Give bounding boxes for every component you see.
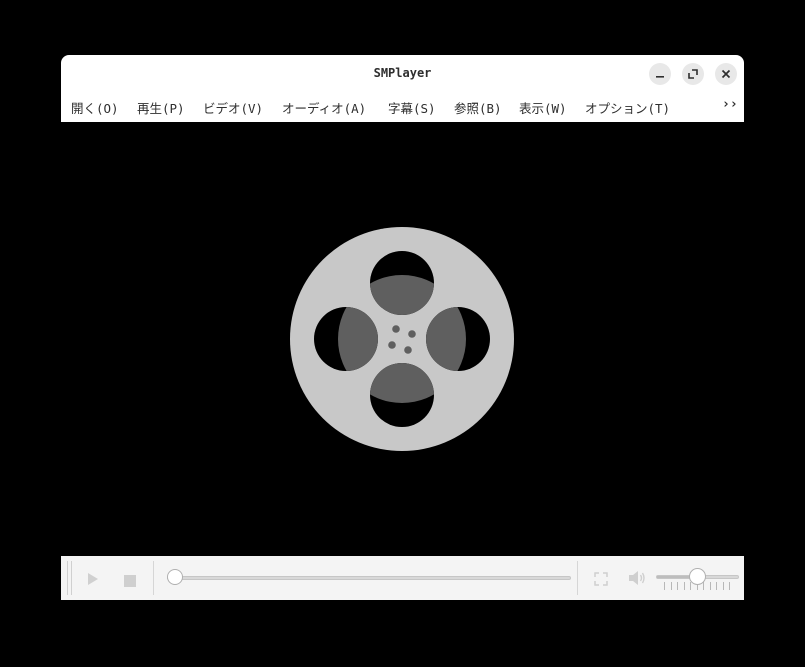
separator: [153, 561, 154, 595]
menu-bar: 開く(O) 再生(P) ビデオ(V) オーディオ(A) 字幕(S) 参照(B) …: [61, 93, 744, 122]
toolbar-grip[interactable]: [67, 561, 68, 595]
menu-options[interactable]: オプション(T): [585, 98, 670, 117]
speaker-icon: [629, 571, 645, 585]
title-bar[interactable]: SMPlayer: [61, 55, 744, 93]
control-bar: [61, 556, 744, 600]
volume-tick: [690, 582, 691, 590]
play-icon: [88, 573, 98, 585]
window-title: SMPlayer: [373, 66, 432, 80]
seek-handle[interactable]: [167, 569, 183, 585]
maximize-icon: [688, 69, 698, 79]
video-area[interactable]: [61, 122, 744, 556]
film-reel-icon: [290, 227, 514, 451]
seek-bar[interactable]: [167, 576, 571, 580]
volume-tick: [709, 582, 711, 590]
fullscreen-button[interactable]: [594, 571, 608, 590]
fullscreen-icon: [594, 572, 608, 586]
mute-button[interactable]: [628, 570, 646, 590]
menu-browse[interactable]: 参照(B): [454, 98, 502, 117]
minimize-button[interactable]: [649, 63, 671, 85]
close-icon: [721, 69, 731, 79]
volume-tick: [722, 582, 724, 590]
volume-tick: [664, 582, 665, 590]
volume-tick: [677, 582, 678, 590]
volume-tick: [670, 582, 672, 590]
stop-button[interactable]: [124, 572, 136, 591]
menu-audio[interactable]: オーディオ(A): [282, 98, 366, 117]
menu-play[interactable]: 再生(P): [137, 98, 185, 117]
volume-tick: [703, 582, 704, 590]
volume-tick: [683, 582, 685, 590]
menu-video[interactable]: ビデオ(V): [203, 98, 263, 117]
separator: [577, 561, 578, 595]
menu-subtitles[interactable]: 字幕(S): [388, 98, 436, 117]
volume-tick: [729, 582, 730, 590]
close-button[interactable]: [715, 63, 737, 85]
menu-view[interactable]: 表示(W): [519, 98, 567, 117]
play-button[interactable]: [87, 571, 99, 590]
smplayer-window: SMPlayer 開く(O) 再生(P) ビデオ(V) オーディオ(A) 字幕(…: [61, 55, 744, 600]
menu-overflow-button[interactable]: ››: [722, 97, 738, 112]
volume-tick: [716, 582, 717, 590]
toolbar-grip-line: [71, 561, 72, 595]
volume-handle[interactable]: [689, 568, 706, 585]
minimize-icon: [656, 76, 664, 78]
menu-open[interactable]: 開く(O): [71, 98, 119, 117]
stop-icon: [124, 575, 136, 587]
maximize-button[interactable]: [682, 63, 704, 85]
